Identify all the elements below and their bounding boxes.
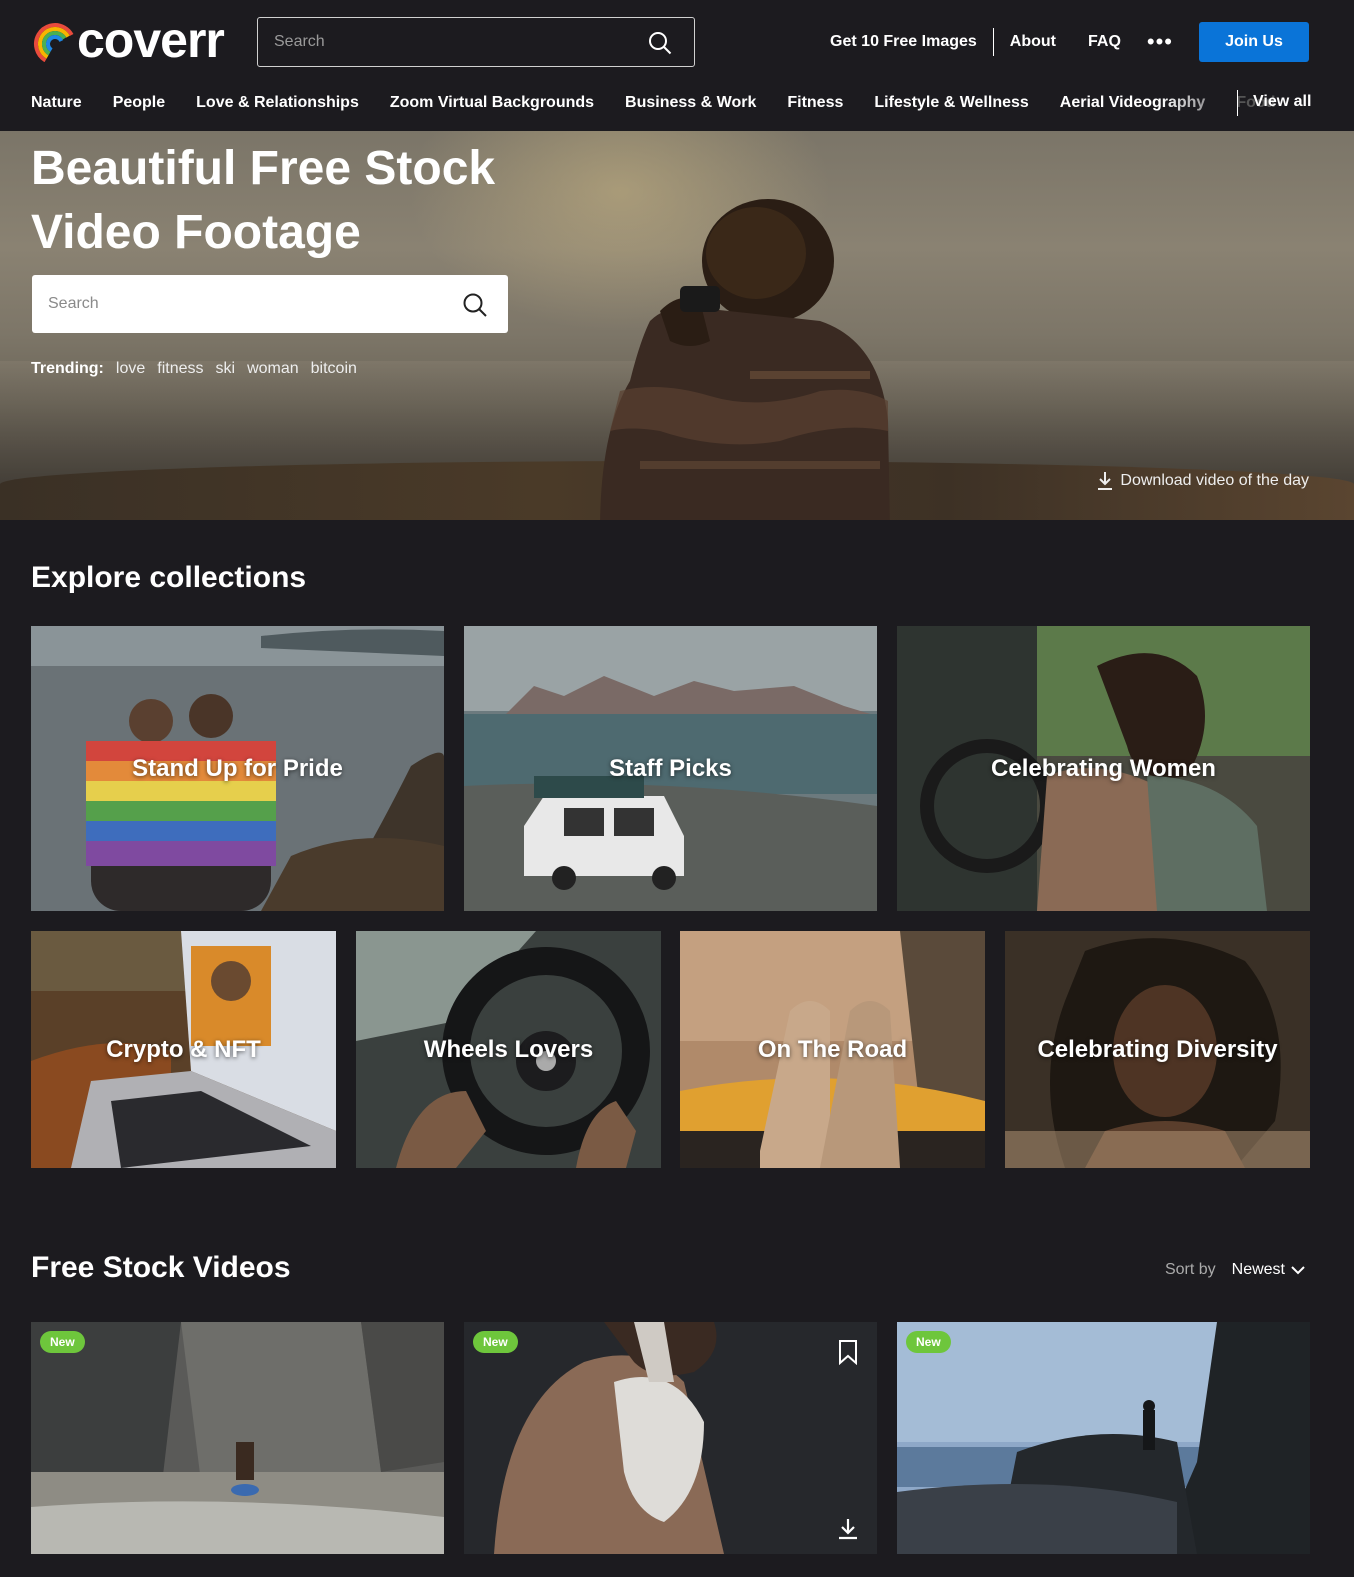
category-divider bbox=[1237, 90, 1238, 116]
collection-label: Celebrating Diversity bbox=[1037, 1035, 1278, 1063]
category-nav: Nature People Love & Relationships Zoom … bbox=[31, 90, 1275, 116]
search-icon[interactable] bbox=[648, 31, 672, 55]
collection-card-staff-picks[interactable]: Staff Picks bbox=[464, 626, 877, 911]
category-lifestyle-wellness[interactable]: Lifestyle & Wellness bbox=[874, 94, 1028, 112]
new-badge: New bbox=[906, 1331, 951, 1353]
sort-value[interactable]: Newest bbox=[1232, 1261, 1285, 1279]
sort-label: Sort by bbox=[1164, 1261, 1216, 1278]
trending-tags: Trending: love fitness ski woman bitcoin bbox=[31, 360, 369, 378]
download-icon[interactable] bbox=[837, 1518, 859, 1540]
download-video-of-day[interactable]: Download video of the day bbox=[1096, 471, 1309, 491]
category-overflow-fade bbox=[1160, 84, 1230, 124]
video-thumbnail bbox=[31, 1322, 444, 1554]
collection-label: On The Road bbox=[757, 1035, 908, 1063]
hero-title-line1: Beautiful Free Stock bbox=[31, 142, 496, 195]
hero-search bbox=[32, 275, 508, 333]
category-fitness[interactable]: Fitness bbox=[787, 94, 843, 112]
collection-card-celebrating-women[interactable]: Celebrating Women bbox=[897, 626, 1310, 911]
faq-link[interactable]: FAQ bbox=[1088, 33, 1121, 51]
view-all-link[interactable]: View all bbox=[1253, 93, 1311, 111]
chevron-down-icon bbox=[1291, 1266, 1305, 1275]
trending-tag[interactable]: woman bbox=[247, 360, 299, 378]
collection-card-wheels-lovers[interactable]: Wheels Lovers bbox=[356, 931, 661, 1168]
free-images-link[interactable]: Get 10 Free Images bbox=[830, 33, 977, 51]
collection-card-crypto-nft[interactable]: Crypto & NFT bbox=[31, 931, 336, 1168]
video-card[interactable]: New bbox=[31, 1322, 444, 1554]
trending-label: Trending: bbox=[31, 360, 104, 377]
hero-title: Beautiful Free Stock Video Footage bbox=[31, 137, 551, 265]
trending-tag[interactable]: bitcoin bbox=[311, 360, 357, 378]
category-zoom-backgrounds[interactable]: Zoom Virtual Backgrounds bbox=[390, 94, 594, 112]
collection-label: Wheels Lovers bbox=[423, 1035, 594, 1063]
collection-card-celebrating-diversity[interactable]: Celebrating Diversity bbox=[1005, 931, 1310, 1168]
site-header: coverr Get 10 Free Images About FAQ ••• … bbox=[0, 0, 1354, 131]
logo-rainbow-icon bbox=[33, 22, 75, 62]
header-links: Get 10 Free Images About FAQ ••• Join Us bbox=[830, 22, 1309, 62]
trending-tag[interactable]: ski bbox=[216, 360, 236, 378]
videos-title: Free Stock Videos bbox=[31, 1251, 291, 1284]
download-icon bbox=[1098, 472, 1113, 490]
hero-person-image bbox=[600, 199, 890, 520]
bookmark-icon[interactable] bbox=[837, 1339, 859, 1365]
video-thumbnail bbox=[897, 1322, 1310, 1554]
new-badge: New bbox=[40, 1331, 85, 1353]
collections-title: Explore collections bbox=[31, 561, 307, 594]
logo-text: coverr bbox=[77, 12, 225, 68]
download-video-of-day-label: Download video of the day bbox=[1120, 472, 1309, 489]
collection-label: Celebrating Women bbox=[991, 754, 1216, 782]
video-card[interactable]: New bbox=[897, 1322, 1310, 1554]
trending-tag[interactable]: love bbox=[116, 360, 145, 378]
sort-dropdown[interactable]: Sort by Newest bbox=[1165, 1261, 1305, 1279]
trending-tag[interactable]: fitness bbox=[157, 360, 203, 378]
hero-title-line2: Video Footage bbox=[31, 206, 361, 259]
search-icon[interactable] bbox=[462, 292, 488, 318]
collection-label: Crypto & NFT bbox=[106, 1035, 261, 1063]
collection-card-pride[interactable]: Stand Up for Pride bbox=[31, 626, 444, 911]
collection-label: Staff Picks bbox=[609, 754, 732, 782]
new-badge: New bbox=[473, 1331, 518, 1353]
category-love-relationships[interactable]: Love & Relationships bbox=[196, 94, 359, 112]
collection-label: Stand Up for Pride bbox=[132, 754, 343, 782]
header-search-input[interactable] bbox=[274, 18, 634, 66]
join-us-button[interactable]: Join Us bbox=[1199, 22, 1309, 62]
hero-banner: Beautiful Free Stock Video Footage Trend… bbox=[0, 131, 1354, 520]
header-divider bbox=[992, 28, 994, 56]
category-nature[interactable]: Nature bbox=[31, 94, 82, 112]
header-search bbox=[257, 17, 695, 67]
more-menu-icon[interactable]: ••• bbox=[1147, 31, 1173, 53]
hero-search-input[interactable] bbox=[48, 275, 448, 333]
category-people[interactable]: People bbox=[113, 94, 165, 112]
category-business-work[interactable]: Business & Work bbox=[625, 94, 756, 112]
about-link[interactable]: About bbox=[1010, 33, 1056, 51]
video-card[interactable]: New bbox=[464, 1322, 877, 1554]
video-thumbnail bbox=[464, 1322, 877, 1554]
collection-card-on-the-road[interactable]: On The Road bbox=[680, 931, 985, 1168]
coverr-logo[interactable]: coverr bbox=[31, 12, 225, 68]
